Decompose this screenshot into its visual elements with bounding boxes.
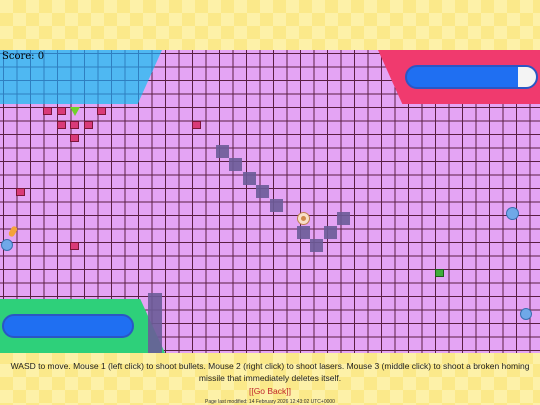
ammo-pickup-icon <box>7 225 19 238</box>
enemy-crate <box>43 107 52 115</box>
red-base-health-bar <box>405 65 538 89</box>
wall-block <box>216 145 229 158</box>
player-core <box>301 216 306 221</box>
green-crate <box>435 269 444 277</box>
enemy-crate <box>70 134 79 142</box>
player-character <box>297 212 310 225</box>
go-back-link[interactable]: [[Go Back]] <box>0 386 540 396</box>
instructions-text: WASD to move. Mouse 1 (left click) to sh… <box>10 361 530 383</box>
gem-pickup-icon <box>70 107 80 116</box>
enemy-crate <box>57 121 66 129</box>
enemy-orb <box>520 308 532 320</box>
wall-block <box>310 239 323 252</box>
wall-block <box>243 172 256 185</box>
wall-block <box>229 158 242 171</box>
wall-block <box>337 212 350 225</box>
green-base-health-bar <box>2 314 134 338</box>
enemy-crate <box>57 107 66 115</box>
enemy-crate <box>70 242 79 250</box>
last-modified-text: Page last modified: 14 February 2026 12:… <box>205 399 335 405</box>
wall-block <box>270 199 283 212</box>
wall-block <box>256 185 269 198</box>
wall-block <box>297 226 310 239</box>
wall-pillar <box>148 293 162 353</box>
wall-block <box>324 226 337 239</box>
enemy-crate <box>192 121 201 129</box>
enemy-crate <box>84 121 93 129</box>
enemy-crate <box>97 107 106 115</box>
enemy-crate <box>16 188 25 196</box>
score-display: Score: 0 <box>2 51 45 62</box>
enemy-crate <box>70 121 79 129</box>
enemy-orb <box>506 207 519 220</box>
enemy-orb <box>1 239 13 251</box>
game-arena[interactable] <box>0 50 540 353</box>
